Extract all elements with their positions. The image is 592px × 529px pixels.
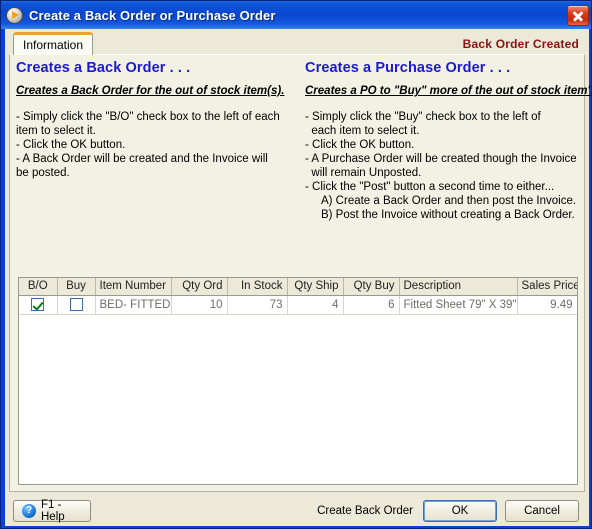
cell-in_stock[interactable]: 73 xyxy=(227,295,288,315)
items-grid[interactable]: B/O Buy Item Number Qty Ord In Stock Qty Ship… xyxy=(18,277,578,485)
purchase-order-subheading: Creates a PO to "Buy" more of the out of… xyxy=(305,85,592,97)
column-header-bo[interactable]: B/O xyxy=(19,278,58,296)
back-order-body-text: - Simply click the "B/O" check box to th… xyxy=(16,111,280,179)
purchase-order-body: - Simply click the "Buy" check box to th… xyxy=(305,110,587,222)
purchase-order-info-column: Creates a Purchase Order . . . Creates a… xyxy=(305,60,592,222)
column-header-description[interactable]: Description xyxy=(399,278,518,296)
create-back-order-label: Create Back Order xyxy=(317,505,413,517)
cell-item_number[interactable]: BED- FITTED xyxy=(95,295,172,315)
dialog-footer: ? F1 - Help Create Back Order OK Cancel xyxy=(5,496,589,526)
close-icon[interactable] xyxy=(567,4,589,26)
cell-buy[interactable] xyxy=(57,295,96,315)
ok-button[interactable]: OK xyxy=(423,500,497,522)
checkbox-buy[interactable] xyxy=(69,298,83,311)
tab-information-label: Information xyxy=(23,38,84,52)
play-badge-icon xyxy=(6,6,23,24)
cell-qty_buy[interactable]: 6 xyxy=(343,295,400,315)
cancel-button[interactable]: Cancel xyxy=(505,500,579,522)
column-header-qty_ord[interactable]: Qty Ord xyxy=(171,278,228,296)
back-order-body: - Simply click the "B/O" check box to th… xyxy=(16,110,300,180)
status-badge: Back Order Created xyxy=(462,37,579,51)
cell-sales_price[interactable]: 9.49 xyxy=(517,295,577,315)
help-button-label: F1 - Help xyxy=(41,499,65,523)
information-panel: Creates a Back Order . . . Creates a Bac… xyxy=(9,54,592,492)
table-row[interactable]: BED- FITTED 10 73 4 6 Fitted Sheet 79" X 39" 9… xyxy=(19,295,577,315)
table-header-row: B/O Buy Item Number Qty Ord In Stock Qty Ship… xyxy=(19,278,577,296)
checkbox-bo[interactable] xyxy=(31,298,45,311)
column-header-buy[interactable]: Buy xyxy=(57,278,96,296)
ok-button-label: OK xyxy=(451,505,469,517)
items-table: B/O Buy Item Number Qty Ord In Stock Qty Ship… xyxy=(19,278,577,315)
column-header-in_stock[interactable]: In Stock xyxy=(227,278,288,296)
cell-qty_ship[interactable]: 4 xyxy=(287,295,344,315)
tab-strip: Information Back Order Created xyxy=(5,29,589,55)
tab-information[interactable]: Information xyxy=(13,32,94,55)
dialog-window: Create a Back Order or Purchase Order In… xyxy=(0,0,592,529)
cancel-button-label: Cancel xyxy=(524,505,560,517)
back-order-info-column: Creates a Back Order . . . Creates a Bac… xyxy=(16,61,300,180)
column-header-item_number[interactable]: Item Number xyxy=(95,278,172,296)
cell-qty_ord[interactable]: 10 xyxy=(171,295,228,315)
window-title: Create a Back Order or Purchase Order xyxy=(29,7,276,23)
back-order-heading: Creates a Back Order . . . xyxy=(16,60,191,76)
column-header-qty_buy[interactable]: Qty Buy xyxy=(343,278,400,296)
back-order-subheading: Creates a Back Order for the out of stoc… xyxy=(16,85,285,97)
column-header-qty_ship[interactable]: Qty Ship xyxy=(287,278,344,296)
question-mark-icon: ? xyxy=(22,504,36,518)
cell-description[interactable]: Fitted Sheet 79" X 39" xyxy=(399,295,518,315)
client-area: Information Back Order Created Creates a… xyxy=(5,29,592,526)
title-bar[interactable]: Create a Back Order or Purchase Order xyxy=(1,1,591,29)
purchase-order-heading: Creates a Purchase Order . . . xyxy=(305,60,511,76)
help-button[interactable]: ? F1 - Help xyxy=(13,499,91,523)
column-header-sales_price[interactable]: Sales Price xyxy=(517,278,577,296)
cell-bo[interactable] xyxy=(19,295,58,315)
purchase-order-body-text: - Simply click the "Buy" check box to th… xyxy=(305,111,577,221)
